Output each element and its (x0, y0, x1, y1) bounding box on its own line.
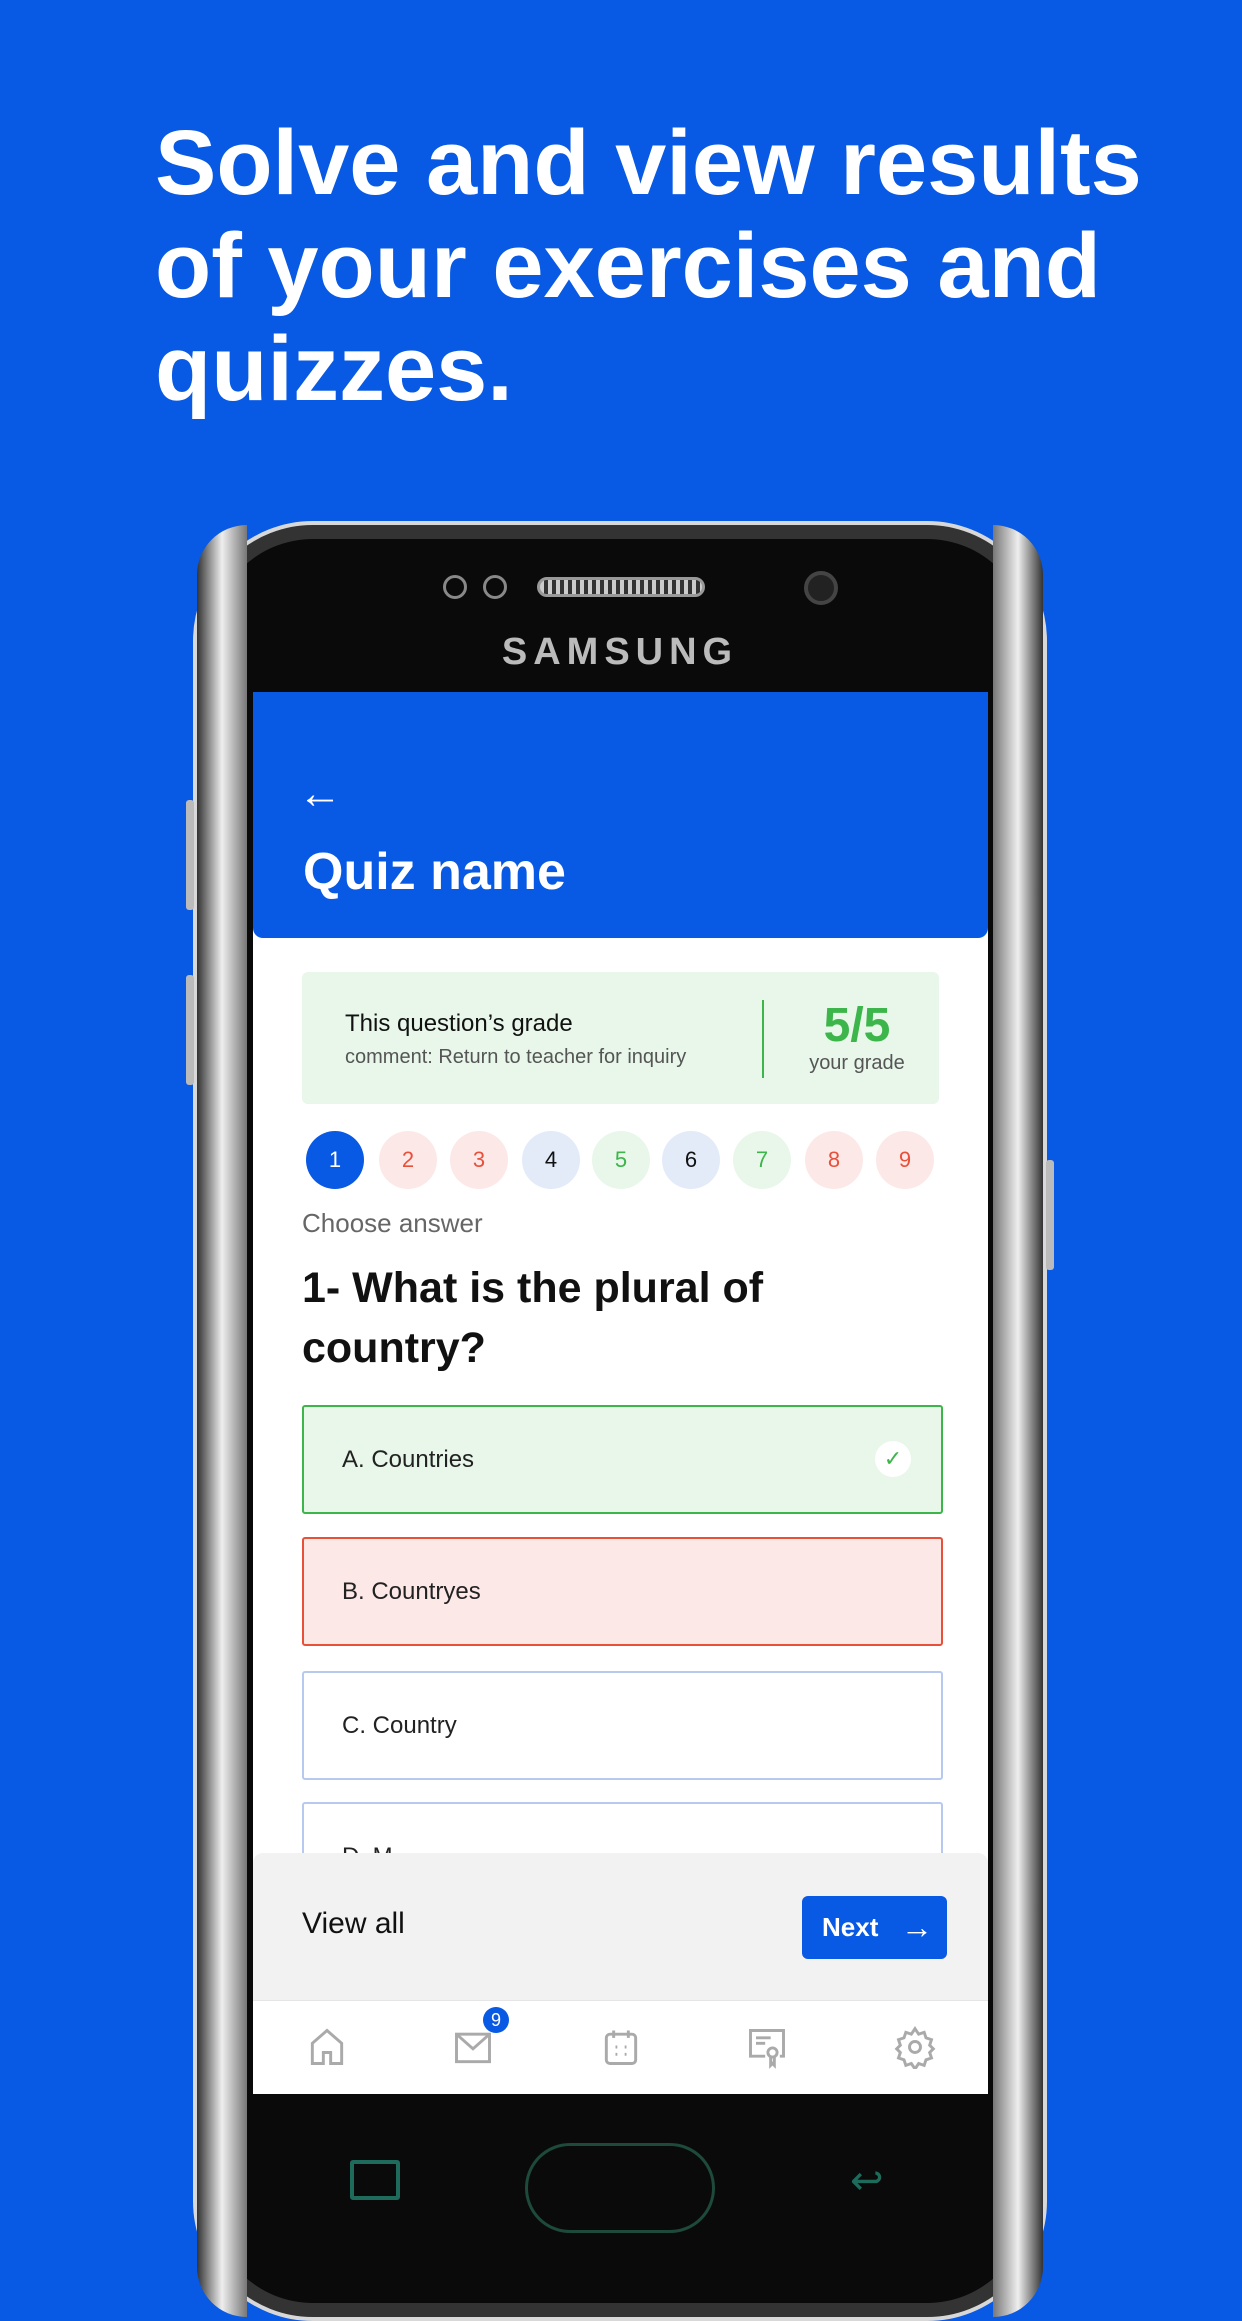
headline: Solve and view results of your exercises… (155, 112, 1142, 420)
mail-badge: 9 (483, 2007, 509, 2033)
power-button (1046, 1160, 1054, 1270)
option-c[interactable]: C. Country (302, 1671, 943, 1780)
home-icon[interactable] (305, 2025, 349, 2074)
question-text: 1- What is the plural of country? (302, 1264, 764, 1372)
arrow-right-icon: → (901, 1909, 933, 1945)
phone-edge-left (197, 525, 247, 2317)
question-number-3[interactable]: 3 (450, 1131, 508, 1189)
certificate-icon[interactable] (745, 2025, 789, 2074)
camera-icon (804, 571, 838, 605)
page-title: Quiz name (303, 843, 566, 901)
volume-up-button (186, 800, 194, 910)
next-label: Next (822, 1912, 879, 1942)
next-button[interactable]: Next → (802, 1896, 947, 1959)
calendar-icon[interactable] (599, 2025, 643, 2074)
question-number-4[interactable]: 4 (522, 1131, 580, 1189)
home-hardware-button (525, 2143, 715, 2233)
question-number-1[interactable]: 1 (306, 1131, 364, 1189)
instruction: Choose answer (302, 1208, 483, 1238)
option-b[interactable]: B. Countryes (302, 1537, 943, 1646)
question-number-2[interactable]: 2 (379, 1131, 437, 1189)
question-number-9[interactable]: 9 (876, 1131, 934, 1189)
app-screen: ← Quiz name This question’s grade commen… (253, 692, 988, 2094)
phone-edge-right (993, 525, 1043, 2317)
option-a[interactable]: A. Countries ✓ (302, 1405, 943, 1514)
view-all-link[interactable]: View all (302, 1907, 405, 1941)
grade-title: This question’s grade (345, 1010, 573, 1037)
grade-score: 5/5 (823, 999, 891, 1052)
check-icon: ✓ (875, 1441, 911, 1477)
brand-logo: SAMSUNG (501, 631, 739, 673)
gear-icon[interactable] (893, 2025, 937, 2074)
footer-bar: View all Next → (253, 1853, 988, 2000)
grade-card: This question’s grade comment: Return to… (302, 972, 939, 1104)
sensor-icon (483, 575, 507, 599)
option-label: B. Countryes (342, 1578, 481, 1605)
grade-score-label: your grade (809, 1052, 905, 1074)
option-label: C. Country (342, 1712, 457, 1739)
question-number-6[interactable]: 6 (662, 1131, 720, 1189)
question-number-7[interactable]: 7 (733, 1131, 791, 1189)
volume-down-button (186, 975, 194, 1085)
app-header: ← Quiz name (253, 692, 988, 938)
bottom-nav: 9 (253, 2000, 988, 2094)
speaker-grille (537, 577, 705, 597)
grade-comment: comment: Return to teacher for inquiry (345, 1046, 687, 1068)
recent-apps-icon (350, 2160, 400, 2200)
divider (762, 1000, 764, 1078)
arrow-left-icon[interactable]: ← (298, 772, 342, 816)
mail-icon[interactable]: 9 (451, 2007, 509, 2074)
question-number-8[interactable]: 8 (805, 1131, 863, 1189)
back-hardware-icon: ↩ (850, 2159, 884, 2203)
sensor-icon (443, 575, 467, 599)
question-number-5[interactable]: 5 (592, 1131, 650, 1189)
option-label: A. Countries (342, 1446, 475, 1473)
